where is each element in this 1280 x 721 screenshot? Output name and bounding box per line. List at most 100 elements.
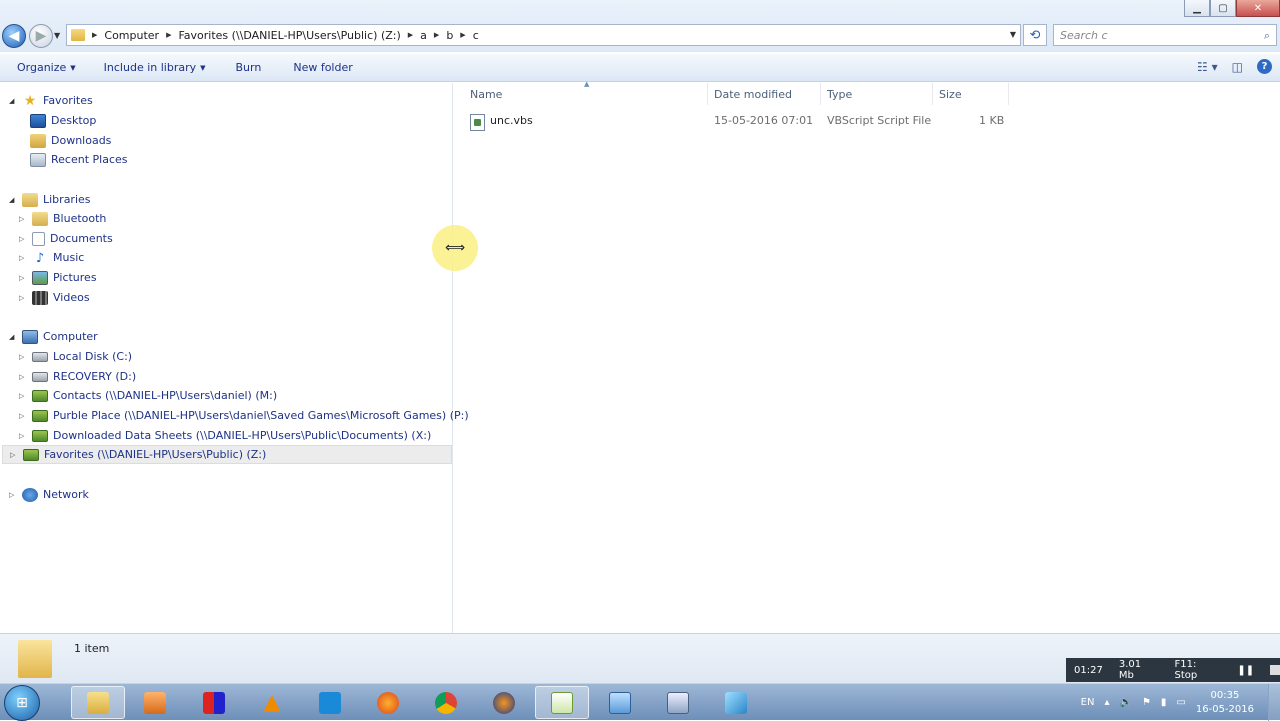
column-header-name[interactable]: Name (464, 83, 708, 105)
column-header-size[interactable]: Size (933, 83, 1009, 105)
clock[interactable]: 00:35 16-05-2016 (1196, 689, 1254, 717)
collapse-arrow-icon[interactable]: ◢ (9, 97, 17, 105)
resize-cursor-icon[interactable]: ⟺ (432, 225, 478, 271)
expand-arrow-icon[interactable]: ▷ (10, 451, 18, 459)
help-icon[interactable]: ? (1257, 59, 1272, 74)
sidebar-item-network[interactable]: ▷ Network (9, 485, 89, 504)
minimize-button[interactable]: ▁ (1184, 0, 1210, 17)
notepad-chart-icon[interactable] (535, 686, 589, 719)
new-folder-button[interactable]: New folder (269, 61, 360, 74)
collapse-arrow-icon[interactable]: ◢ (9, 196, 17, 204)
chevron-down-icon: ▼ (70, 63, 76, 72)
start-button[interactable]: ⊞ (4, 685, 40, 721)
window-app-icon[interactable] (651, 686, 705, 719)
pause-icon[interactable]: ❚❚ (1237, 665, 1254, 676)
sidebar-item-favorites-drive[interactable]: ▷ Favorites (\\DANIEL-HP\Users\Public) (… (2, 445, 452, 464)
vlc-icon[interactable]: ▲ (245, 686, 299, 719)
address-bar[interactable]: ▶ Computer ▶ Favorites (\\DANIEL-HP\User… (66, 24, 1021, 46)
breadcrumb-separator-icon[interactable]: ▶ (408, 31, 413, 39)
breadcrumb-separator-icon[interactable]: ▶ (434, 31, 439, 39)
sidebar-item-computer[interactable]: ◢ Computer (9, 327, 98, 346)
media-player-icon[interactable] (128, 686, 182, 719)
caption-buttons: ▁ ▢ ✕ (1184, 0, 1280, 18)
breadcrumb-separator-icon[interactable]: ▶ (92, 31, 97, 39)
breadcrumb-computer[interactable]: Computer (104, 29, 159, 42)
expand-arrow-icon[interactable]: ▷ (19, 274, 27, 282)
maximize-button[interactable]: ▢ (1210, 0, 1236, 17)
preview-pane-icon[interactable]: ◫ (1232, 60, 1243, 74)
expand-arrow-icon[interactable]: ▷ (19, 294, 27, 302)
expand-arrow-icon[interactable]: ▷ (19, 254, 27, 262)
sidebar-item-documents[interactable]: ▷ Documents (19, 229, 113, 248)
breadcrumb-separator-icon[interactable]: ▶ (460, 31, 465, 39)
breadcrumb-favorites-drive[interactable]: Favorites (\\DANIEL-HP\Users\Public) (Z:… (178, 29, 400, 42)
collapse-arrow-icon[interactable]: ◢ (9, 333, 17, 341)
expand-arrow-icon[interactable]: ▷ (19, 215, 27, 223)
breadcrumb-b[interactable]: b (446, 29, 453, 42)
organize-button[interactable]: Organize ▼ (0, 61, 84, 74)
recent-pages-dropdown[interactable]: ▼ (54, 31, 60, 40)
screenshot-tool-icon[interactable] (303, 686, 357, 719)
firefox-icon[interactable] (361, 686, 415, 719)
remote-desktop-icon[interactable] (593, 686, 647, 719)
sidebar-item-favorites[interactable]: ◢ ★ Favorites (9, 91, 93, 110)
windows-explorer-icon[interactable] (71, 686, 125, 719)
show-hidden-icons-icon[interactable]: ▴ (1104, 697, 1109, 708)
address-dropdown-icon[interactable]: ▼ (1010, 30, 1016, 39)
stop-icon[interactable] (1270, 665, 1280, 675)
clock-time: 00:35 (1210, 689, 1240, 701)
burn-button[interactable]: Burn (214, 61, 270, 74)
sidebar-item-local-disk[interactable]: ▷ Local Disk (C:) (19, 347, 132, 366)
organize-label: Organize (17, 61, 67, 74)
expand-arrow-icon[interactable]: ▷ (19, 235, 27, 243)
sidebar-item-downloaded-data-sheets[interactable]: ▷ Downloaded Data Sheets (\\DANIEL-HP\Us… (19, 426, 431, 445)
search-input[interactable]: Search c ⌕ (1053, 24, 1277, 46)
breadcrumb-c[interactable]: c (473, 29, 479, 42)
column-header-date-modified[interactable]: Date modified (708, 83, 821, 105)
pictures-icon (32, 270, 48, 285)
action-center-flag-icon[interactable]: ⚑ (1142, 697, 1151, 708)
expand-arrow-icon[interactable]: ▷ (19, 392, 27, 400)
expand-arrow-icon[interactable]: ▷ (19, 373, 27, 381)
audacity-icon[interactable] (477, 686, 531, 719)
change-view-icon[interactable]: ☷ ▾ (1197, 60, 1218, 74)
sidebar-item-downloads[interactable]: Downloads (30, 131, 111, 150)
expand-arrow-icon[interactable]: ▷ (19, 412, 27, 420)
sidebar-item-videos[interactable]: ▷ Videos (19, 288, 90, 307)
close-button[interactable]: ✕ (1236, 0, 1280, 17)
sidebar-item-recent-places[interactable]: Recent Places (30, 150, 128, 169)
battery-icon[interactable]: ▭ (1176, 697, 1185, 708)
sidebar-item-label: RECOVERY (D:) (53, 370, 137, 383)
blue-app-icon[interactable] (709, 686, 763, 719)
sidebar-item-libraries[interactable]: ◢ Libraries (9, 190, 91, 209)
view-controls: ☷ ▾ ◫ ? (1197, 59, 1280, 74)
sidebar-item-purble-place[interactable]: ▷ Purble Place (\\DANIEL-HP\Users\daniel… (19, 406, 469, 425)
network-signal-icon[interactable]: ▮ (1161, 697, 1167, 708)
volume-icon[interactable]: 🔈 (1119, 697, 1131, 708)
expand-arrow-icon[interactable]: ▷ (9, 491, 17, 499)
file-row[interactable]: unc.vbs 15-05-2016 07:01 VBScript Script… (470, 111, 1010, 131)
include-in-library-button[interactable]: Include in library ▼ (84, 61, 214, 74)
file-name: unc.vbs (490, 114, 533, 127)
sidebar-item-music[interactable]: ▷ ♪ Music (19, 248, 84, 267)
chrome-icon[interactable] (419, 686, 473, 719)
paint-app-icon[interactable] (187, 686, 241, 719)
network-icon (22, 487, 38, 502)
show-desktop-button[interactable] (1268, 684, 1280, 721)
refresh-button[interactable]: ⟲ (1023, 24, 1047, 46)
sidebar-item-desktop[interactable]: Desktop (30, 111, 96, 130)
sidebar-item-pictures[interactable]: ▷ Pictures (19, 268, 97, 287)
sidebar-item-contacts[interactable]: ▷ Contacts (\\DANIEL-HP\Users\daniel) (M… (19, 386, 277, 405)
expand-arrow-icon[interactable]: ▷ (19, 432, 27, 440)
sidebar-item-bluetooth[interactable]: ▷ Bluetooth (19, 209, 106, 228)
breadcrumb-a[interactable]: a (420, 29, 427, 42)
sidebar-item-recovery[interactable]: ▷ RECOVERY (D:) (19, 367, 136, 386)
search-icon[interactable]: ⌕ (1264, 29, 1270, 43)
local-disk-icon (32, 351, 48, 362)
breadcrumb-separator-icon[interactable]: ▶ (166, 31, 171, 39)
language-indicator[interactable]: EN (1081, 697, 1095, 708)
back-button[interactable]: ◀ (2, 24, 26, 48)
column-header-type[interactable]: Type (821, 83, 933, 105)
forward-button[interactable]: ▶ (29, 24, 53, 48)
expand-arrow-icon[interactable]: ▷ (19, 353, 27, 361)
